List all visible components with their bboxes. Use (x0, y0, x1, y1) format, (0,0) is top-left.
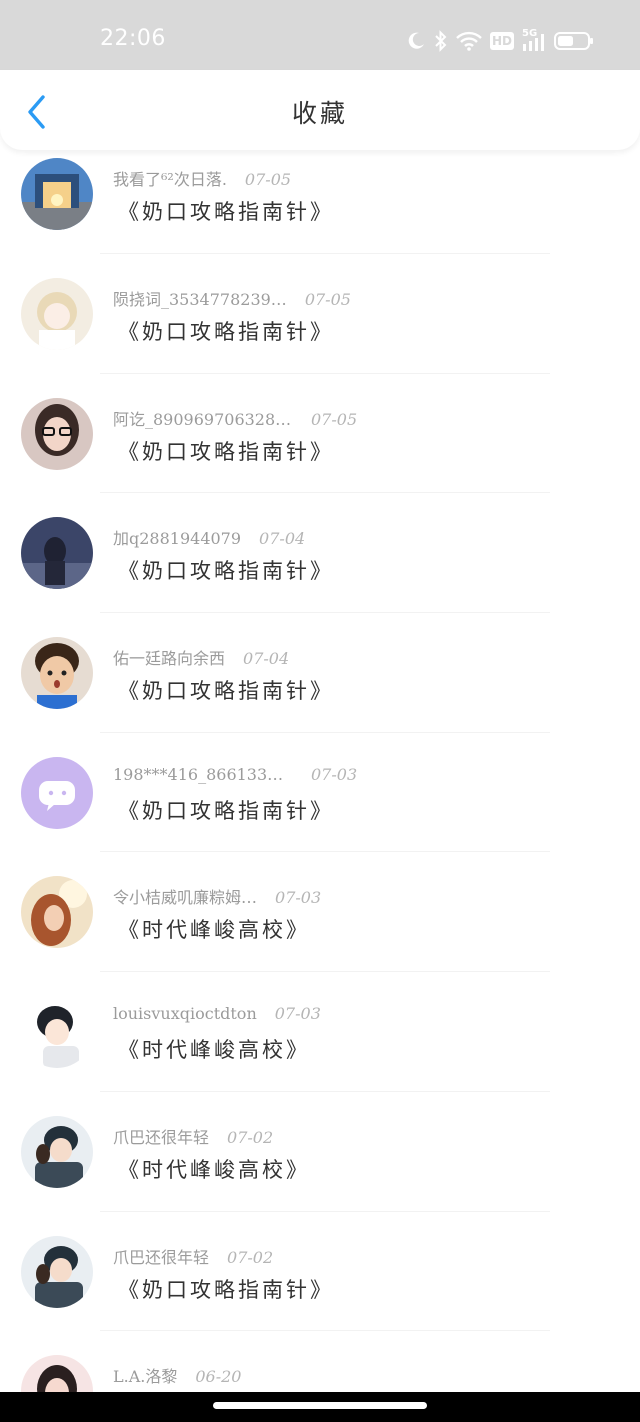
wifi-icon (456, 31, 482, 51)
username: 佑一廷路向余西 (113, 649, 226, 669)
header-bar: 收藏 (0, 70, 640, 150)
date: 07-02 (227, 1127, 274, 1147)
avatar (21, 756, 93, 829)
date: 06-20 (195, 1367, 242, 1387)
status-bar: 22:06 HD 5G (0, 0, 640, 70)
5g-signal-icon: 5G (522, 28, 546, 52)
username: L.A.洛黎 (113, 1367, 178, 1387)
favorites-screen: 22:06 HD 5G 收藏 我看了⁶²次日落. 07-05 《奶口攻略指南针》… (0, 0, 640, 1422)
item-meta: 佑一廷路向余西 07-04 (113, 645, 289, 669)
date: 07-04 (243, 649, 290, 669)
status-icons: HD 5G (406, 26, 594, 56)
avatar (21, 517, 93, 590)
battery-icon (554, 31, 594, 51)
avatar (21, 1235, 93, 1308)
item-meta: 爪巴还很年轻 07-02 (113, 1124, 273, 1148)
date: 07-03 (311, 764, 358, 784)
item-meta: 陨挠词_3534778239… 07-05 (113, 286, 351, 310)
list-item[interactable]: 爪巴还很年轻 07-02 《时代峰峻高校》 (0, 1092, 640, 1212)
hd-icon: HD (489, 32, 514, 50)
book-title: 《奶口攻略指南针》 (118, 320, 334, 344)
list-item[interactable]: 198***416_8661334443 07-03 《奶口攻略指南针》 (0, 733, 640, 853)
date: 07-03 (274, 1004, 321, 1024)
avatar (21, 996, 93, 1069)
date: 07-03 (275, 888, 322, 908)
page-title: 收藏 (291, 99, 348, 128)
avatar (21, 637, 93, 710)
book-title: 《奶口攻略指南针》 (118, 200, 334, 224)
avatar (21, 1115, 93, 1188)
home-indicator[interactable] (213, 1402, 427, 1409)
date: 07-05 (244, 170, 292, 189)
bluetooth-icon (434, 30, 448, 52)
book-title: 《奶口攻略指南针》 (118, 798, 334, 823)
item-meta: 加q2881944079 07-04 (113, 525, 305, 549)
book-title: 《奶口攻略指南针》 (118, 679, 334, 704)
book-title: 《奶口攻略指南针》 (118, 1277, 334, 1302)
username: 爪巴还很年轻 (113, 1247, 210, 1267)
book-title: 《奶口攻略指南针》 (118, 439, 334, 464)
book-title: 《奶口攻略指南针》 (118, 559, 334, 584)
date: 07-05 (311, 409, 358, 429)
book-title: 《时代峰峻高校》 (118, 1157, 310, 1182)
username: 陨挠词_3534778239… (113, 290, 287, 309)
list-item[interactable]: 我看了⁶²次日落. 07-05 《奶口攻略指南针》 (0, 150, 640, 254)
list-item[interactable]: 佑一廷路向余西 07-04 《奶口攻略指南针》 (0, 613, 640, 733)
item-meta: 阿讫_8909697063281… 07-05 (113, 406, 357, 430)
favorites-list: 我看了⁶²次日落. 07-05 《奶口攻略指南针》 陨挠词_3534778239… (0, 150, 640, 1422)
avatar (21, 397, 93, 470)
username: 阿讫_8909697063281… (113, 409, 293, 429)
list-item[interactable]: 陨挠词_3534778239… 07-05 《奶口攻略指南针》 (0, 254, 640, 374)
item-meta: L.A.洛黎 06-20 (113, 1363, 241, 1387)
list-item[interactable]: 阿讫_8909697063281… 07-05 《奶口攻略指南针》 (0, 374, 640, 494)
username: louisvuxqioctdton (113, 1004, 257, 1024)
item-meta: 我看了⁶²次日落. 07-05 (113, 166, 291, 190)
username: 爪巴还很年轻 (113, 1127, 210, 1147)
username: 198***416_8661334443 (113, 764, 293, 784)
list-item[interactable]: 爪巴还很年轻 07-02 《奶口攻略指南针》 (0, 1212, 640, 1332)
avatar (21, 876, 93, 949)
book-title: 《时代峰峻高校》 (118, 1038, 310, 1063)
item-meta: 令小桔威叽廉粽姆… 07-03 (113, 884, 321, 908)
item-meta: louisvuxqioctdton 07-03 (113, 1004, 321, 1023)
item-meta: 爪巴还很年轻 07-02 (113, 1244, 273, 1268)
avatar (21, 158, 93, 230)
navigation-bar (0, 1392, 640, 1422)
avatar (21, 278, 93, 350)
date: 07-05 (304, 290, 351, 309)
username: 我看了⁶²次日落. (113, 170, 227, 189)
date: 07-04 (259, 529, 306, 549)
list-item[interactable]: 加q2881944079 07-04 《奶口攻略指南针》 (0, 493, 640, 614)
list-item[interactable]: louisvuxqioctdton 07-03 《时代峰峻高校》 (0, 972, 640, 1092)
username: 加q2881944079 (113, 529, 242, 549)
item-meta: 198***416_8661334443 07-03 (113, 765, 357, 784)
book-title: 《时代峰峻高校》 (118, 918, 310, 943)
list-item[interactable]: 令小桔威叽廉粽姆… 07-03 《时代峰峻高校》 (0, 852, 640, 973)
date: 07-02 (227, 1247, 274, 1267)
username: 令小桔威叽廉粽姆… (113, 888, 258, 908)
status-time: 22:06 (100, 26, 166, 51)
moon-icon (406, 31, 426, 51)
